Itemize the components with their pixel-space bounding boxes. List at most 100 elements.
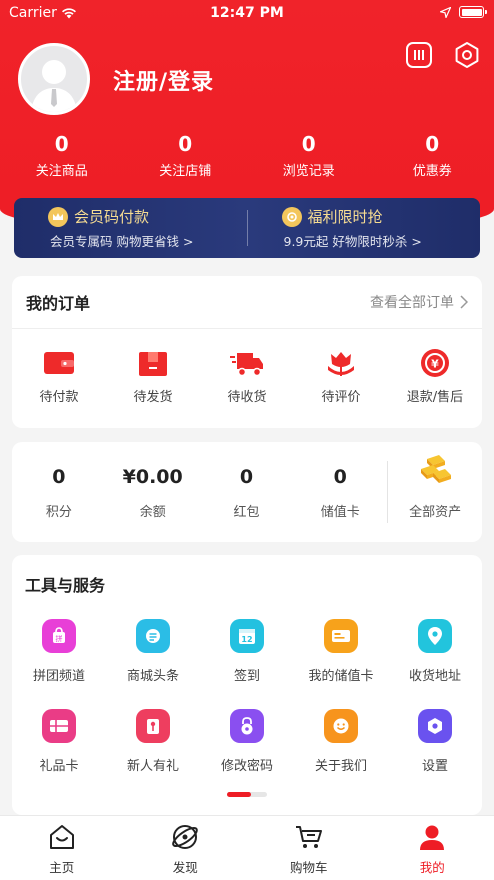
all-assets-button[interactable]: 全部资产 xyxy=(388,454,482,520)
tool-label: 商城头条 xyxy=(126,669,179,684)
chevron-right-icon xyxy=(460,295,468,309)
stat-value: 0 xyxy=(54,132,69,156)
tool-change-password[interactable]: 修改密码 xyxy=(200,709,294,799)
refund-icon: ¥ xyxy=(421,349,449,377)
user-icon xyxy=(420,825,445,850)
vip-banner: 会员码付款 会员专属码 购物更省钱 > 福利限时抢 9.9元起 好物限时秒杀 > xyxy=(14,198,480,258)
order-pending-review[interactable]: 待评价 xyxy=(294,347,388,405)
tool-label: 新人有礼 xyxy=(126,759,179,774)
location-arrow-icon xyxy=(440,6,451,18)
asset-label: 红包 xyxy=(233,504,260,520)
gift-coin-icon xyxy=(281,206,302,227)
vip-left-subtitle: 会员专属码 购物更省钱 > xyxy=(50,234,194,249)
tool-group-buy[interactable]: 拼 拼团频道 xyxy=(12,619,106,709)
tools-card: 工具与服务 拼 拼团频道 商城头条 12 签到 我的储值卡 收货地址 礼品卡 新… xyxy=(12,555,482,815)
smile-icon xyxy=(324,709,358,743)
tab-label: 发现 xyxy=(172,860,198,875)
tab-discover[interactable]: 发现 xyxy=(124,816,248,880)
stat-value: 0 xyxy=(178,132,193,156)
order-refund-aftersale[interactable]: ¥ 退款/售后 xyxy=(388,347,482,405)
tool-label: 礼品卡 xyxy=(39,759,79,774)
settings-icon[interactable] xyxy=(453,41,481,69)
tab-label: 主页 xyxy=(49,860,75,875)
tool-label: 修改密码 xyxy=(220,759,273,774)
discover-icon xyxy=(172,825,199,849)
asset-balance[interactable]: ¥0.00 余额 xyxy=(106,465,200,520)
order-label: 待评价 xyxy=(321,390,361,405)
asset-red-packets[interactable]: 0 红包 xyxy=(200,465,294,520)
all-assets-label: 全部资产 xyxy=(409,504,462,520)
tool-label: 关于我们 xyxy=(314,759,367,774)
status-bar: Carrier 12:47 PM xyxy=(0,0,494,26)
flower-icon xyxy=(328,352,354,376)
order-label: 退款/售后 xyxy=(406,390,464,405)
tool-label: 拼团频道 xyxy=(32,669,85,684)
tool-settings[interactable]: 设置 xyxy=(388,709,482,799)
avatar[interactable] xyxy=(18,43,90,115)
tool-label: 签到 xyxy=(233,669,260,684)
tool-stored-value-card[interactable]: 我的储值卡 xyxy=(294,619,388,709)
vip-flash-sale[interactable]: 福利限时抢 9.9元起 好物限时秒杀 > xyxy=(248,206,481,250)
asset-stored-value-card[interactable]: 0 储值卡 xyxy=(293,465,387,520)
stat-followed-products[interactable]: 0 关注商品 xyxy=(0,133,124,179)
vip-member-code[interactable]: 会员码付款 会员专属码 购物更省钱 > xyxy=(14,206,247,250)
order-pending-shipment[interactable]: 待发货 xyxy=(106,347,200,405)
tools-title: 工具与服务 xyxy=(25,576,106,595)
tool-mall-news[interactable]: 商城头条 xyxy=(106,619,200,709)
page-indicator xyxy=(227,792,267,797)
tool-newcomer-gift[interactable]: 新人有礼 xyxy=(106,709,200,799)
stat-label: 关注商品 xyxy=(35,164,88,179)
battery-icon xyxy=(459,6,487,18)
delivery-truck-icon xyxy=(230,353,263,377)
cart-icon xyxy=(295,826,322,848)
home-icon xyxy=(49,825,74,849)
tab-mine[interactable]: 我的 xyxy=(371,816,494,880)
stat-coupons[interactable]: 0 优惠券 xyxy=(371,133,494,179)
tab-label: 我的 xyxy=(419,860,445,875)
tool-gift-card[interactable]: 礼品卡 xyxy=(12,709,106,799)
vip-left-title: 会员码付款 xyxy=(74,208,150,226)
assets-card: 0 积分 ¥0.00 余额 0 红包 0 储值卡 全部资产 xyxy=(12,442,482,542)
orders-title: 我的订单 xyxy=(26,294,91,313)
tab-home[interactable]: 主页 xyxy=(0,816,124,880)
tool-about-us[interactable]: 关于我们 xyxy=(294,709,388,799)
gold-bars-icon xyxy=(421,454,452,483)
crown-icon xyxy=(48,206,68,227)
gift-card-icon xyxy=(42,709,76,743)
group-buy-icon: 拼 xyxy=(42,619,76,653)
tool-label: 收货地址 xyxy=(408,669,461,684)
stat-label: 优惠券 xyxy=(412,164,452,179)
stat-history[interactable]: 0 浏览记录 xyxy=(247,133,371,179)
hexagon-settings-icon xyxy=(418,709,452,743)
asset-label: 余额 xyxy=(139,504,166,520)
lock-icon xyxy=(230,709,264,743)
stat-label: 浏览记录 xyxy=(282,164,335,179)
login-register-link[interactable]: 注册/登录 xyxy=(113,64,214,96)
vip-right-subtitle: 9.9元起 好物限时秒杀 > xyxy=(283,234,422,249)
wallet-icon xyxy=(44,352,74,374)
location-icon xyxy=(418,619,452,653)
view-all-orders-link[interactable]: 查看全部订单 xyxy=(370,292,468,312)
tab-cart[interactable]: 购物车 xyxy=(247,816,371,880)
vip-right-title: 福利限时抢 xyxy=(307,208,383,226)
asset-value: 0 xyxy=(239,465,254,488)
news-icon xyxy=(136,619,170,653)
package-icon xyxy=(139,352,167,376)
default-avatar-icon xyxy=(31,60,77,112)
stat-followed-stores[interactable]: 0 关注店铺 xyxy=(124,133,248,179)
tool-label: 设置 xyxy=(421,759,448,774)
asset-label: 积分 xyxy=(45,504,72,520)
tool-shipping-address[interactable]: 收货地址 xyxy=(388,619,482,709)
order-label: 待发货 xyxy=(133,390,173,405)
asset-label: 储值卡 xyxy=(320,504,360,520)
tool-check-in[interactable]: 12 签到 xyxy=(200,619,294,709)
order-pending-payment[interactable]: 待付款 xyxy=(12,347,106,405)
stats-row: 0 关注商品 0 关注店铺 0 浏览记录 0 优惠券 xyxy=(0,133,494,179)
gift-icon xyxy=(136,709,170,743)
order-pending-receipt[interactable]: 待收货 xyxy=(200,347,294,405)
asset-value: ¥0.00 xyxy=(122,465,183,488)
stat-label: 关注店铺 xyxy=(159,164,212,179)
asset-points[interactable]: 0 积分 xyxy=(12,465,106,520)
scan-icon[interactable] xyxy=(405,41,433,69)
card-icon xyxy=(324,619,358,653)
